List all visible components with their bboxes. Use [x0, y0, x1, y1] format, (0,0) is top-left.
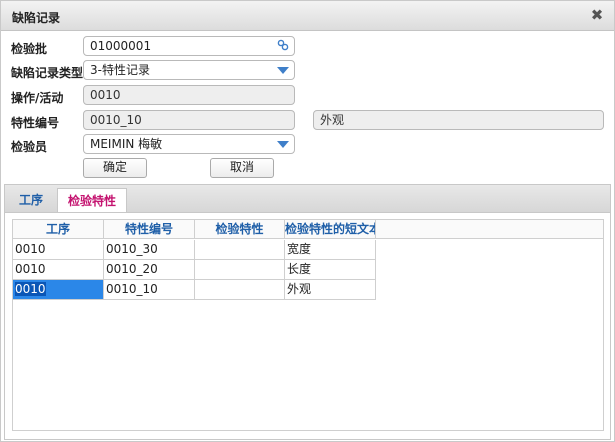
inspection-lot-field[interactable]: 01000001 — [83, 36, 295, 56]
cancel-button[interactable]: 取消 — [210, 158, 274, 178]
tab-strip: 工序 检验特性 — [4, 184, 611, 214]
link-icon[interactable] — [277, 39, 289, 55]
defect-record-type-value: 3-特性记录 — [90, 63, 150, 77]
table-row[interactable]: 0010 0010_10 外观 — [13, 280, 376, 300]
characteristic-no-label: 特性编号 — [11, 116, 60, 130]
dialog-title: 缺陷记录 — [12, 11, 61, 25]
dialog-titlebar[interactable]: 缺陷记录 ✖ — [1, 1, 614, 31]
characteristic-no-field: 0010_10 — [83, 110, 295, 130]
column-header-characteristic-no[interactable]: 特性编号 — [104, 220, 195, 239]
selected-cell-text: 0010 — [15, 282, 46, 296]
column-header-operation[interactable]: 工序 — [13, 220, 104, 239]
ok-button[interactable]: 确定 — [83, 158, 147, 178]
cell-short-text[interactable]: 长度 — [285, 260, 376, 280]
tab-operation[interactable]: 工序 — [9, 188, 53, 214]
characteristic-description-field: 外观 — [313, 110, 604, 130]
grid-header: 工序 特性编号 检验特性 检验特性的短文本 — [13, 220, 603, 239]
inspector-select[interactable]: MEIMIN 梅敏 — [83, 134, 295, 154]
operation-label: 操作/活动 — [11, 91, 64, 105]
characteristic-no-value: 0010_10 — [90, 113, 142, 127]
column-header-filler — [376, 220, 603, 239]
column-header-inspection-characteristic[interactable]: 检验特性 — [195, 220, 285, 239]
operation-field: 0010 — [83, 85, 295, 105]
close-icon[interactable]: ✖ — [589, 6, 605, 24]
table-row[interactable]: 0010 0010_30 宽度 — [13, 240, 376, 260]
characteristic-description-value: 外观 — [320, 113, 345, 127]
inspector-label: 检验员 — [11, 140, 48, 154]
tab-panel: 工序 特性编号 检验特性 检验特性的短文本 0010 0010_30 宽度 00… — [4, 212, 611, 440]
cell-characteristic-no[interactable]: 0010_20 — [104, 260, 195, 280]
column-header-short-text[interactable]: 检验特性的短文本 — [285, 220, 376, 239]
cell-characteristic-no[interactable]: 0010_10 — [104, 280, 195, 300]
tab-inspection-characteristics[interactable]: 检验特性 — [57, 188, 128, 214]
characteristics-grid: 工序 特性编号 检验特性 检验特性的短文本 0010 0010_30 宽度 00… — [12, 219, 604, 431]
chevron-down-icon[interactable] — [277, 67, 289, 74]
chevron-down-icon[interactable] — [277, 141, 289, 148]
inspection-lot-label: 检验批 — [11, 42, 48, 56]
defect-record-type-label: 缺陷记录类型 — [11, 66, 84, 80]
cell-inspection-characteristic[interactable] — [195, 240, 285, 260]
cell-inspection-characteristic[interactable] — [195, 280, 285, 300]
cell-short-text[interactable]: 外观 — [285, 280, 376, 300]
cell-operation-selected[interactable]: 0010 — [13, 280, 104, 300]
defect-record-type-select[interactable]: 3-特性记录 — [83, 60, 295, 80]
cell-operation[interactable]: 0010 — [13, 240, 104, 260]
inspector-value: MEIMIN 梅敏 — [90, 137, 163, 151]
cell-operation[interactable]: 0010 — [13, 260, 104, 280]
operation-value: 0010 — [90, 88, 121, 102]
inspection-lot-value: 01000001 — [90, 39, 152, 53]
defect-record-dialog: 缺陷记录 ✖ 检验批 01000001 缺陷记录类型 3-特性记录 操作/活动 … — [0, 0, 615, 442]
table-row[interactable]: 0010 0010_20 长度 — [13, 260, 376, 280]
cell-characteristic-no[interactable]: 0010_30 — [104, 240, 195, 260]
cell-inspection-characteristic[interactable] — [195, 260, 285, 280]
cell-short-text[interactable]: 宽度 — [285, 240, 376, 260]
